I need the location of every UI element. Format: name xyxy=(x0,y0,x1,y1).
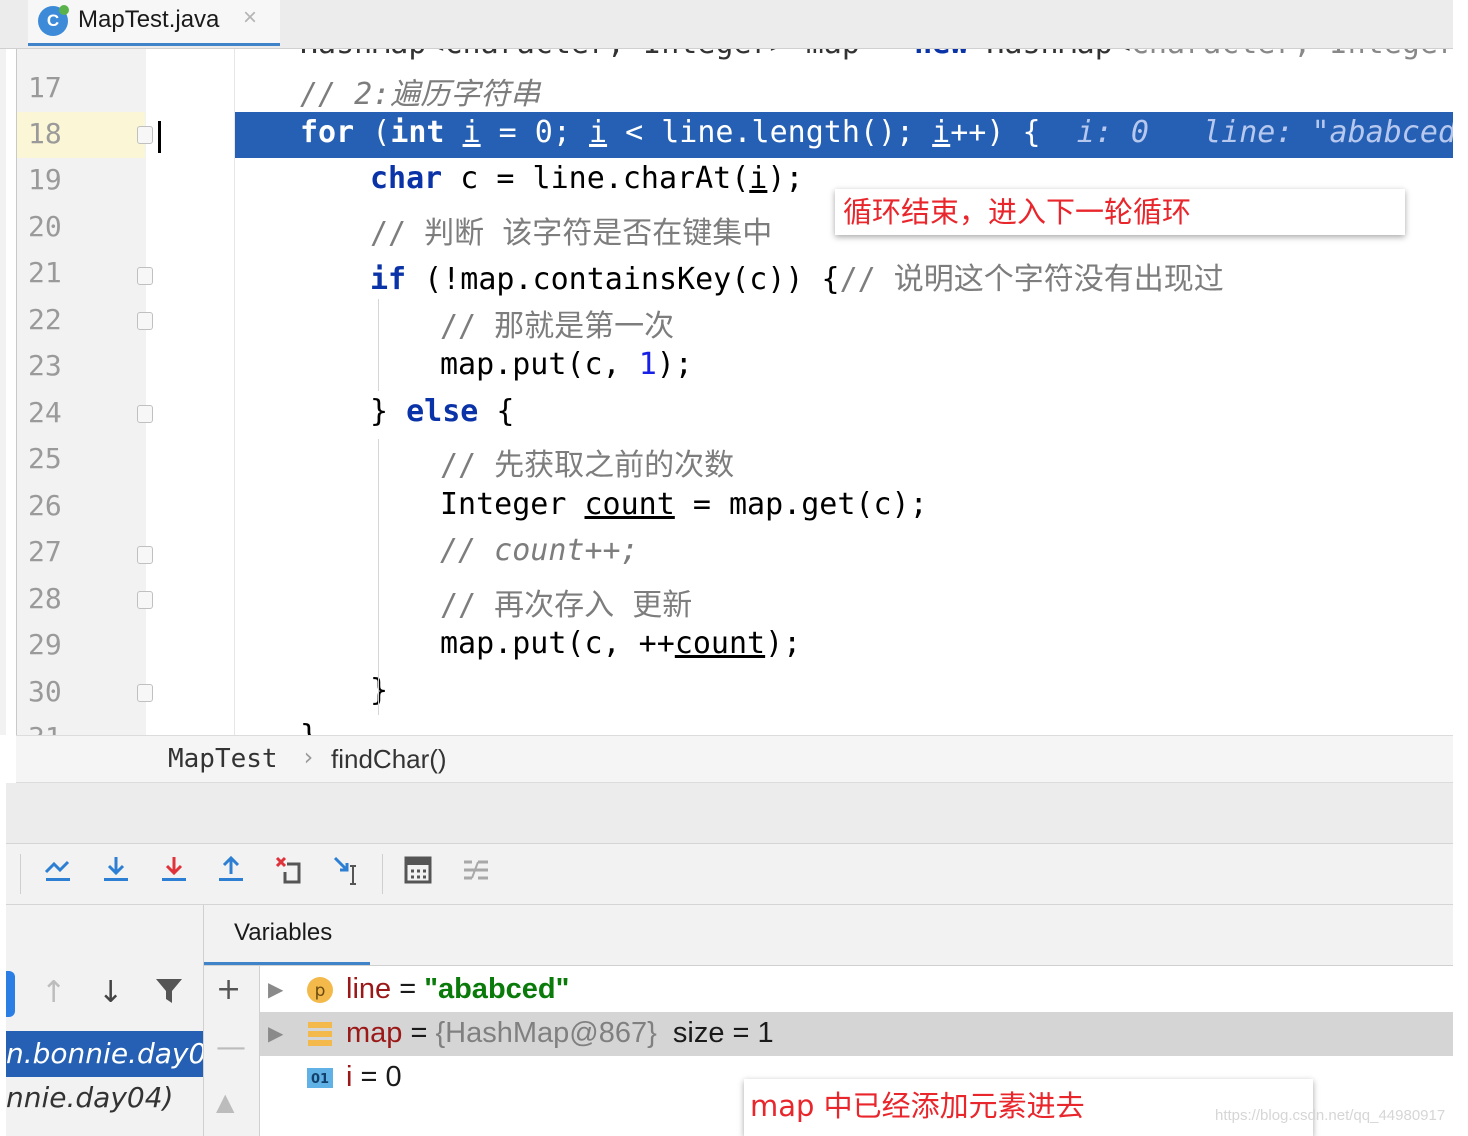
fold-marker-icon[interactable] xyxy=(137,126,153,144)
code-line-17: 17 // 2:遍历字符串 xyxy=(0,66,1453,112)
fold-marker-icon[interactable] xyxy=(137,312,153,330)
svg-text:p: p xyxy=(315,981,326,1001)
trace-icon[interactable] xyxy=(458,854,494,890)
parameter-icon: p xyxy=(307,977,333,1003)
fold-marker-icon[interactable] xyxy=(137,267,153,285)
code-line-23: 23 map.put(c, 1); xyxy=(28,347,693,382)
line-number: 23 xyxy=(28,349,62,382)
code-line-27: 27 // count++; xyxy=(28,533,639,568)
filter-icon[interactable] xyxy=(154,975,184,1013)
variables-header: Variables xyxy=(204,905,1453,966)
show-execution-point-icon[interactable] xyxy=(40,854,76,890)
editor-tab-bar: C MapTest.java × xyxy=(0,0,1468,49)
step-over-icon[interactable] xyxy=(98,854,134,890)
run-to-cursor-icon[interactable] xyxy=(329,854,365,890)
line-number: 27 xyxy=(28,535,62,568)
line-number: 21 xyxy=(28,256,62,289)
frames-panel: ↑ ↓ n.bonnie.day04 nnie.day04) xyxy=(6,905,204,1136)
line-number: 22 xyxy=(28,303,62,336)
line-number: 29 xyxy=(28,628,62,661)
breadcrumb-method[interactable]: findChar() xyxy=(331,744,447,775)
fold-marker-icon[interactable] xyxy=(137,591,153,609)
code-for-statement: for (int i = 0; i < line.length(); i++) … xyxy=(300,115,1468,150)
field-icon xyxy=(308,1022,332,1046)
tab-close-icon[interactable]: × xyxy=(243,4,257,32)
text-caret xyxy=(158,121,161,153)
debugger-toolbar xyxy=(6,843,1453,905)
variable-row-line[interactable]: ▶ p line = "ababced" xyxy=(260,968,1453,1012)
code-line-25: 25 // 先获取之前的次数 xyxy=(28,442,735,483)
line-number: 25 xyxy=(28,442,62,475)
line-number: 20 xyxy=(28,210,62,243)
breadcrumb-separator: › xyxy=(301,743,316,771)
code-line-28: 28 // 再次存入 更新 xyxy=(28,582,693,623)
variables-side-toolbar: + — ▲ xyxy=(204,966,260,1136)
svg-text:01: 01 xyxy=(311,1072,329,1087)
move-up-icon[interactable]: ▲ xyxy=(216,1088,234,1116)
line-number: 19 xyxy=(28,163,62,196)
line-number: 26 xyxy=(28,489,62,522)
line-number: 24 xyxy=(28,396,62,429)
variable-row-map[interactable]: ▶ map = {HashMap@867} size = 1 xyxy=(260,1012,1453,1056)
watermark: https://blog.csdn.net/qq_44980917 xyxy=(1215,1107,1446,1124)
frame-item-selected[interactable]: n.bonnie.day04 xyxy=(6,1031,203,1077)
evaluate-expression-icon[interactable] xyxy=(400,854,436,890)
java-class-icon: C xyxy=(38,5,69,36)
code-line-21: 21 if (!map.containsKey(c)) {// 说明这个字符没有… xyxy=(28,256,1224,297)
code-comment: // 2:遍历字符串 xyxy=(300,77,541,112)
line-number: 30 xyxy=(28,675,62,708)
code-editor[interactable]: HashMap<Character, Integer> map = new Ha… xyxy=(0,49,1468,735)
remove-watch-icon[interactable]: — xyxy=(216,1030,246,1065)
fold-marker-icon[interactable] xyxy=(137,405,153,423)
code-line-24: 24 } else { xyxy=(28,394,515,429)
step-out-icon[interactable] xyxy=(213,854,249,890)
arrow-up-icon[interactable]: ↑ xyxy=(41,975,66,1010)
frame-item[interactable]: nnie.day04) xyxy=(6,1081,203,1121)
code-line-29: 29 map.put(c, ++count); xyxy=(28,626,802,661)
line-number: 28 xyxy=(28,582,62,615)
add-watch-icon[interactable]: + xyxy=(216,972,241,1007)
code-line-26: 26 Integer count = map.get(c); xyxy=(28,487,928,522)
expand-arrow-icon[interactable]: ▶ xyxy=(268,1021,283,1046)
execution-point-line: 18 for (int i = 0; i < line.length(); i+… xyxy=(0,112,1468,158)
drop-frame-icon[interactable] xyxy=(271,854,307,890)
fold-marker-icon[interactable] xyxy=(137,684,153,702)
expand-arrow-icon[interactable]: ▶ xyxy=(268,977,283,1002)
primitive-icon: 01 xyxy=(307,1068,333,1088)
inline-debug-values: i: 0 line: "ababced" xyxy=(1040,115,1468,150)
annotation-loop-end: 循环结束，进入下一轮循环 xyxy=(835,189,1405,235)
arrow-down-icon[interactable]: ↓ xyxy=(98,975,123,1010)
step-into-icon[interactable] xyxy=(156,854,192,890)
fold-marker-icon[interactable] xyxy=(137,546,153,564)
line-number: 18 xyxy=(28,117,62,150)
tab-title: MapTest.java xyxy=(78,6,220,33)
code-line-30: 30 } xyxy=(28,673,389,708)
line-number: 17 xyxy=(28,71,62,104)
breadcrumb: MapTest › findChar() xyxy=(16,735,1453,783)
breadcrumb-class[interactable]: MapTest xyxy=(168,744,278,774)
tab-variables[interactable]: Variables xyxy=(204,905,370,965)
code-line-22: 22 // 那就是第一次 xyxy=(28,303,675,344)
tab-maptest-java[interactable]: C MapTest.java × xyxy=(28,0,280,46)
